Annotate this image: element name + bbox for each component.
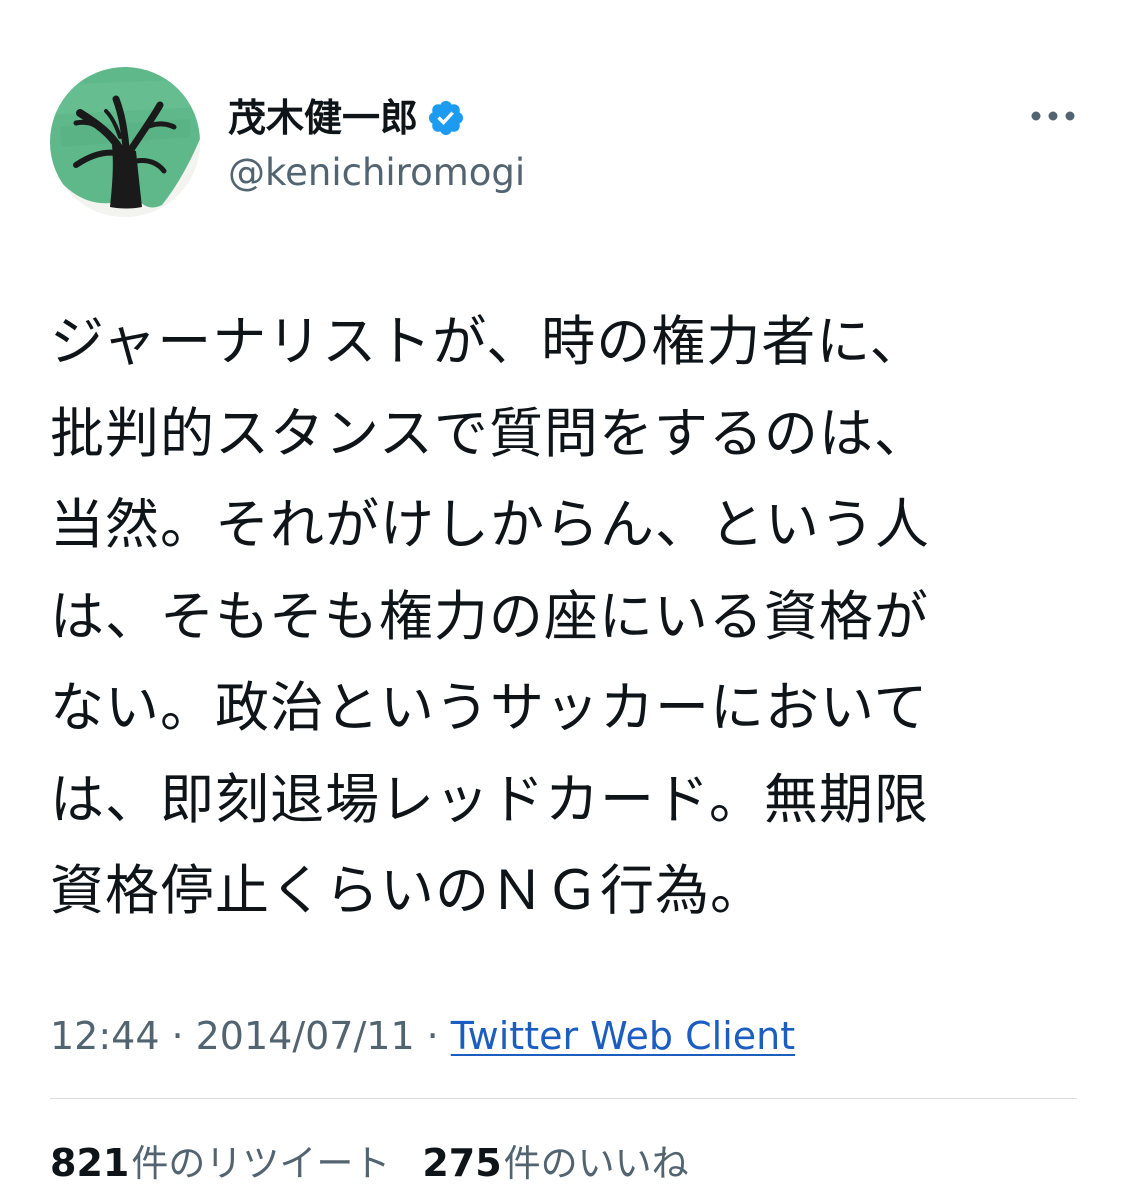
tweet-metadata: 12:44 · 2014/07/11 · Twitter Web Client [50, 1010, 795, 1062]
tweet-date[interactable]: 2014/07/11 [196, 1014, 415, 1058]
avatar[interactable] [50, 67, 200, 217]
likes-label: 件のいいね [503, 1142, 689, 1185]
retweets-count: 821 [50, 1141, 130, 1185]
verified-badge-icon [426, 98, 466, 138]
client-link[interactable]: Twitter Web Client [451, 1014, 795, 1058]
tweet-time[interactable]: 12:44 [50, 1014, 160, 1058]
meta-separator: · [426, 1014, 439, 1058]
more-options-button[interactable] [1018, 92, 1088, 140]
engagement-stats: 821 件のリツイート 275 件のいいね [50, 1132, 689, 1188]
retweets-label: 件のリツイート [131, 1142, 391, 1185]
likes-count: 275 [422, 1141, 502, 1185]
divider [50, 1098, 1077, 1099]
tree-drawing-avatar-icon [50, 67, 200, 217]
user-handle[interactable]: @kenichiromogi [228, 148, 525, 198]
meta-separator: · [171, 1014, 184, 1058]
name-row: 茂木健一郎 [228, 92, 466, 144]
retweets-stat[interactable]: 821 件のリツイート [50, 1133, 390, 1187]
tweet-text: ジャーナリストが、時の権力者に、 批判的スタンスで質問をするのは、 当然。それが… [50, 310, 930, 922]
display-name[interactable]: 茂木健一郎 [228, 92, 418, 144]
tweet-detail: 茂木健一郎 @kenichiromogi ジャーナリストが、時の権力者に、 批判… [0, 0, 1125, 1191]
likes-stat[interactable]: 275 件のいいね [422, 1133, 688, 1187]
more-horizontal-icon [1031, 111, 1075, 121]
